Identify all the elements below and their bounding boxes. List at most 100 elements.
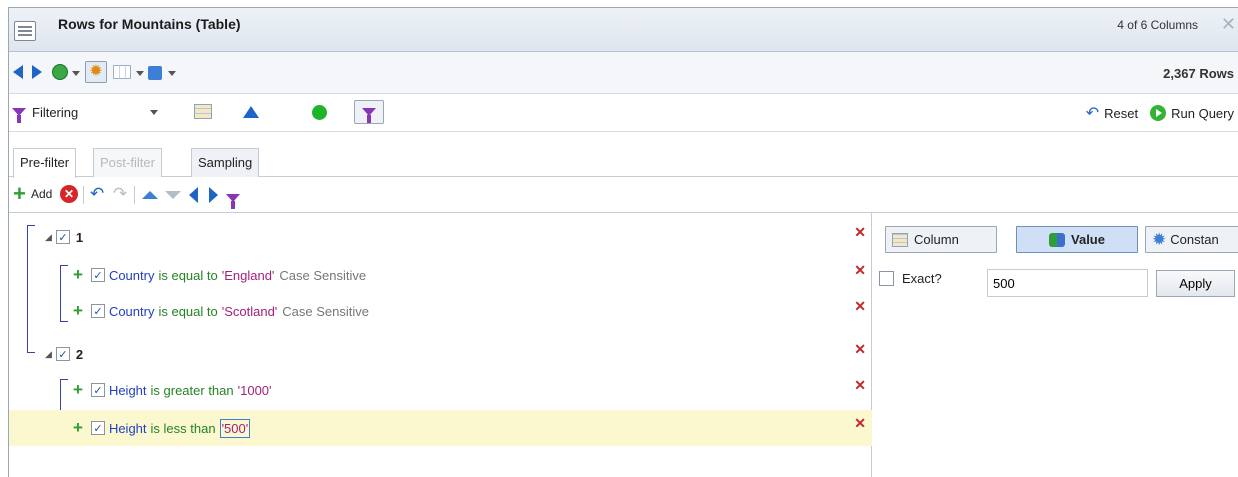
toolbar-divider: [83, 186, 84, 204]
exact-label: Exact?: [902, 271, 942, 286]
add-icon[interactable]: +: [73, 301, 83, 321]
condition-operator[interactable]: is less than: [151, 421, 216, 436]
reset-icon[interactable]: ↶: [1086, 103, 1099, 123]
tab-post-filter: Post-filter: [93, 148, 162, 177]
collapse-icon[interactable]: ◢: [45, 349, 52, 360]
remove-icon[interactable]: ✕: [854, 377, 866, 394]
title-bar: Rows for Mountains (Table) 4 of 6 Column…: [9, 8, 1238, 52]
remove-icon[interactable]: ✕: [854, 298, 866, 315]
condition-operator[interactable]: is equal to: [158, 304, 217, 319]
settings-gear-icon[interactable]: ✹: [85, 61, 107, 83]
apply-button[interactable]: Apply: [1156, 270, 1235, 297]
funnel-icon: [362, 108, 376, 123]
forward-arrow-icon[interactable]: [32, 65, 42, 79]
move-up-icon[interactable]: [142, 191, 158, 199]
condition-column[interactable]: Country: [109, 268, 155, 283]
move-down-icon: [165, 191, 181, 199]
add-icon[interactable]: +: [13, 183, 26, 205]
condition-value[interactable]: 'England': [222, 268, 275, 283]
filter-group-2[interactable]: ◢ ✓ 2 ✕: [9, 336, 872, 372]
condition-column[interactable]: Height: [109, 383, 147, 398]
undo-icon[interactable]: ↶: [90, 185, 104, 202]
outdent-icon[interactable]: [189, 187, 198, 203]
filter-mode-select[interactable]: Filtering: [12, 100, 162, 124]
status-dot-icon[interactable]: [312, 105, 327, 120]
filter-edit-toolbar: + Add ✕ ↶ ↷: [9, 177, 1238, 213]
run-query-icon[interactable]: [1150, 105, 1167, 121]
export-icon[interactable]: [148, 66, 162, 80]
exact-option[interactable]: Exact?: [879, 271, 942, 286]
filter-condition-row[interactable]: + ✓ Country is equal to 'England' Case S…: [9, 257, 872, 293]
column-icon: [892, 232, 908, 247]
constant-button[interactable]: ✹ Constan: [1145, 226, 1238, 253]
condition-checkbox[interactable]: ✓: [90, 421, 105, 435]
clear-filter-icon[interactable]: [226, 194, 240, 209]
column-count: 4 of 6 Columns: [1117, 18, 1198, 32]
run-query-button[interactable]: Run Query: [1171, 106, 1234, 121]
column-button[interactable]: Column: [885, 226, 997, 253]
condition-operator[interactable]: is greater than: [151, 383, 234, 398]
navigation-toolbar: ✹ 2,367 Rows: [9, 52, 1238, 94]
filter-condition-row[interactable]: + ✓ Country is equal to 'Scotland' Case …: [9, 293, 872, 329]
filter-condition-row-selected[interactable]: + ✓ Height is less than '500' ✕: [9, 410, 872, 446]
constant-button-label: Constan: [1170, 232, 1219, 247]
add-button[interactable]: Add: [31, 187, 52, 201]
condition-modifier[interactable]: Case Sensitive: [279, 268, 366, 283]
remove-icon[interactable]: ✕: [854, 224, 866, 241]
value-input[interactable]: [987, 269, 1148, 297]
funnel-icon: [12, 108, 26, 123]
toolbar-divider: [134, 186, 135, 204]
condition-value-editing[interactable]: '500': [219, 418, 251, 438]
exact-checkbox[interactable]: [879, 271, 894, 286]
condition-checkbox[interactable]: ✓: [90, 304, 105, 318]
value-icon: [1049, 232, 1066, 247]
delete-icon[interactable]: ✕: [60, 185, 78, 203]
grid-view-icon[interactable]: [113, 65, 131, 79]
condition-operator[interactable]: is equal to: [158, 268, 217, 283]
grid-dropdown-icon[interactable]: [136, 71, 144, 76]
value-editor-panel: Column Value ✹ Constan Exact? Apply: [873, 213, 1238, 477]
redo-icon: ↷: [113, 184, 128, 203]
filter-mode-label: Filtering: [32, 104, 79, 120]
filter-condition-row[interactable]: + ✓ Height is greater than '1000' ✕: [9, 372, 872, 408]
indent-icon[interactable]: [209, 187, 218, 203]
window-title: Rows for Mountains (Table): [58, 16, 241, 32]
history-icon[interactable]: [52, 64, 68, 80]
remove-icon[interactable]: ✕: [854, 341, 866, 358]
group-checkbox[interactable]: ✓: [55, 230, 70, 244]
add-icon[interactable]: +: [73, 418, 83, 438]
filter-toggle-button[interactable]: [354, 100, 384, 124]
remove-icon[interactable]: ✕: [854, 262, 866, 279]
back-arrow-icon[interactable]: [13, 65, 23, 79]
group-checkbox[interactable]: ✓: [55, 347, 70, 361]
collapse-icon[interactable]: ◢: [45, 232, 52, 243]
filter-toolbar: Filtering ↶ Reset Run Query: [9, 94, 1238, 132]
condition-checkbox[interactable]: ✓: [90, 383, 105, 397]
history-dropdown-icon[interactable]: [72, 71, 80, 76]
condition-column[interactable]: Country: [109, 304, 155, 319]
remove-icon[interactable]: ✕: [854, 415, 866, 432]
sort-up-icon[interactable]: [243, 106, 259, 118]
add-icon[interactable]: +: [73, 265, 83, 285]
tab-pre-filter[interactable]: Pre-filter: [13, 148, 77, 178]
reset-button[interactable]: Reset: [1104, 106, 1138, 121]
filter-tabs: Pre-filter Post-filter Sampling: [9, 132, 1238, 178]
gear-icon: ✹: [1152, 229, 1167, 249]
column-button-label: Column: [914, 232, 959, 247]
row-count: 2,367 Rows: [1163, 66, 1234, 81]
filter-group-1[interactable]: ◢ ✓ 1 ✕: [9, 219, 872, 255]
close-icon[interactable]: ✕: [1221, 14, 1236, 35]
value-button[interactable]: Value: [1016, 226, 1138, 253]
condition-modifier[interactable]: Case Sensitive: [282, 304, 369, 319]
chevron-down-icon: [150, 109, 158, 115]
add-icon[interactable]: +: [73, 380, 83, 400]
export-dropdown-icon[interactable]: [168, 71, 176, 76]
table-view-icon[interactable]: [194, 104, 212, 119]
condition-checkbox[interactable]: ✓: [90, 268, 105, 282]
tab-sampling[interactable]: Sampling: [191, 148, 260, 177]
condition-column[interactable]: Height: [109, 421, 147, 436]
condition-value[interactable]: '1000': [238, 383, 272, 398]
condition-value[interactable]: 'Scotland': [222, 304, 278, 319]
query-window: Rows for Mountains (Table) 4 of 6 Column…: [8, 7, 1238, 477]
group-label: 2: [75, 346, 84, 362]
